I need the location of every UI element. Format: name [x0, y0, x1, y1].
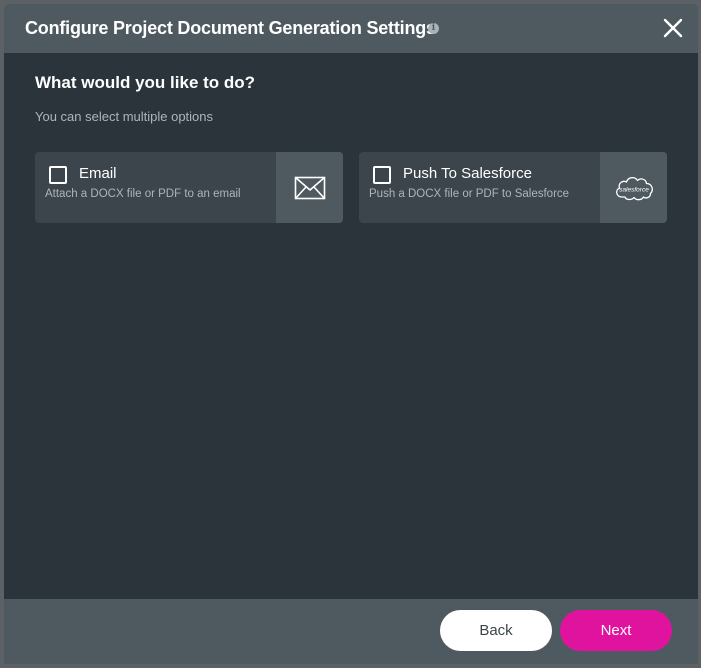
option-salesforce-description: Push a DOCX file or PDF to Salesforce [369, 188, 570, 200]
option-salesforce-icon-box: salesforce [600, 152, 667, 223]
salesforce-icon-text: salesforce [619, 186, 649, 193]
back-button[interactable]: Back [440, 610, 552, 651]
configure-dialog: Configure Project Document Generation Se… [4, 4, 698, 664]
salesforce-checkbox[interactable] [373, 166, 391, 184]
close-button[interactable] [661, 16, 685, 40]
question-heading: What would you like to do? [35, 73, 256, 92]
option-email-icon-box [276, 152, 343, 223]
option-email[interactable]: Email Attach a DOCX file or PDF to an em… [35, 152, 343, 223]
option-email-description: Attach a DOCX file or PDF to an email [45, 188, 241, 200]
dialog-title: Configure Project Document Generation Se… [25, 18, 436, 38]
option-salesforce[interactable]: Push To Salesforce Push a DOCX file or P… [359, 152, 667, 223]
hint-text: You can select multiple options [35, 109, 214, 124]
salesforce-cloud-icon: salesforce [615, 176, 653, 200]
dialog-header: Configure Project Document Generation Se… [4, 4, 698, 53]
option-email-label: Email [79, 165, 117, 182]
option-salesforce-label: Push To Salesforce [403, 165, 532, 182]
email-checkbox[interactable] [49, 166, 67, 184]
next-button[interactable]: Next [560, 610, 672, 651]
info-icon[interactable]: i [428, 23, 439, 34]
close-icon [663, 18, 683, 38]
envelope-icon [294, 176, 325, 199]
dialog-footer: Back Next [4, 599, 698, 664]
